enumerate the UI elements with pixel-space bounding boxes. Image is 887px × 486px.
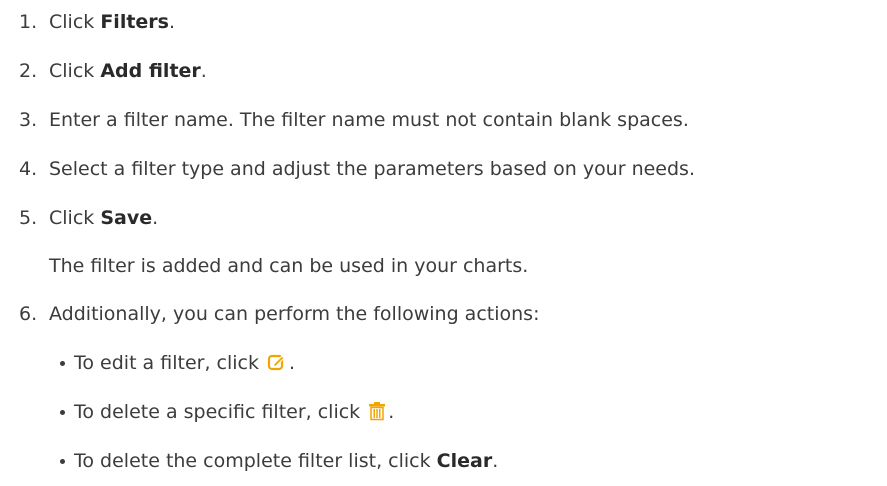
bullet-dot [60, 459, 65, 464]
step-number: 6. [19, 303, 38, 325]
step-text: Click Save. [49, 207, 159, 229]
edit-icon [267, 351, 287, 381]
step-number: 1. [19, 11, 38, 33]
ui-term-filters: Filters [100, 11, 169, 33]
bullet-dot [60, 410, 65, 415]
ui-term-clear: Clear [436, 450, 493, 472]
action-text: To delete a specific filter, click . [74, 397, 394, 430]
step-number: 4. [19, 158, 38, 180]
action-text: To delete the complete filter list, clic… [74, 450, 499, 472]
step-text: Click Add filter. [49, 60, 207, 82]
step-number: 2. [19, 60, 38, 82]
bullet-dot [60, 361, 65, 366]
step-number: 3. [19, 109, 38, 131]
action-text: To edit a filter, click . [74, 348, 295, 381]
step-text: Additionally, you can perform the follow… [49, 303, 540, 325]
step-text: Select a filter type and adjust the para… [49, 158, 695, 180]
step-text: Click Filters. [49, 11, 176, 33]
step-5-result-note: The filter is added and can be used in y… [49, 255, 529, 277]
step-number: 5. [19, 207, 38, 229]
ui-term-add-filter: Add filter [100, 60, 201, 82]
trash-icon [368, 400, 386, 430]
ui-term-save: Save [100, 207, 153, 229]
step-text: Enter a filter name. The filter name mus… [49, 109, 689, 131]
instructions-document: 1. Click Filters. 2. Click Add filter. 3… [0, 0, 887, 486]
